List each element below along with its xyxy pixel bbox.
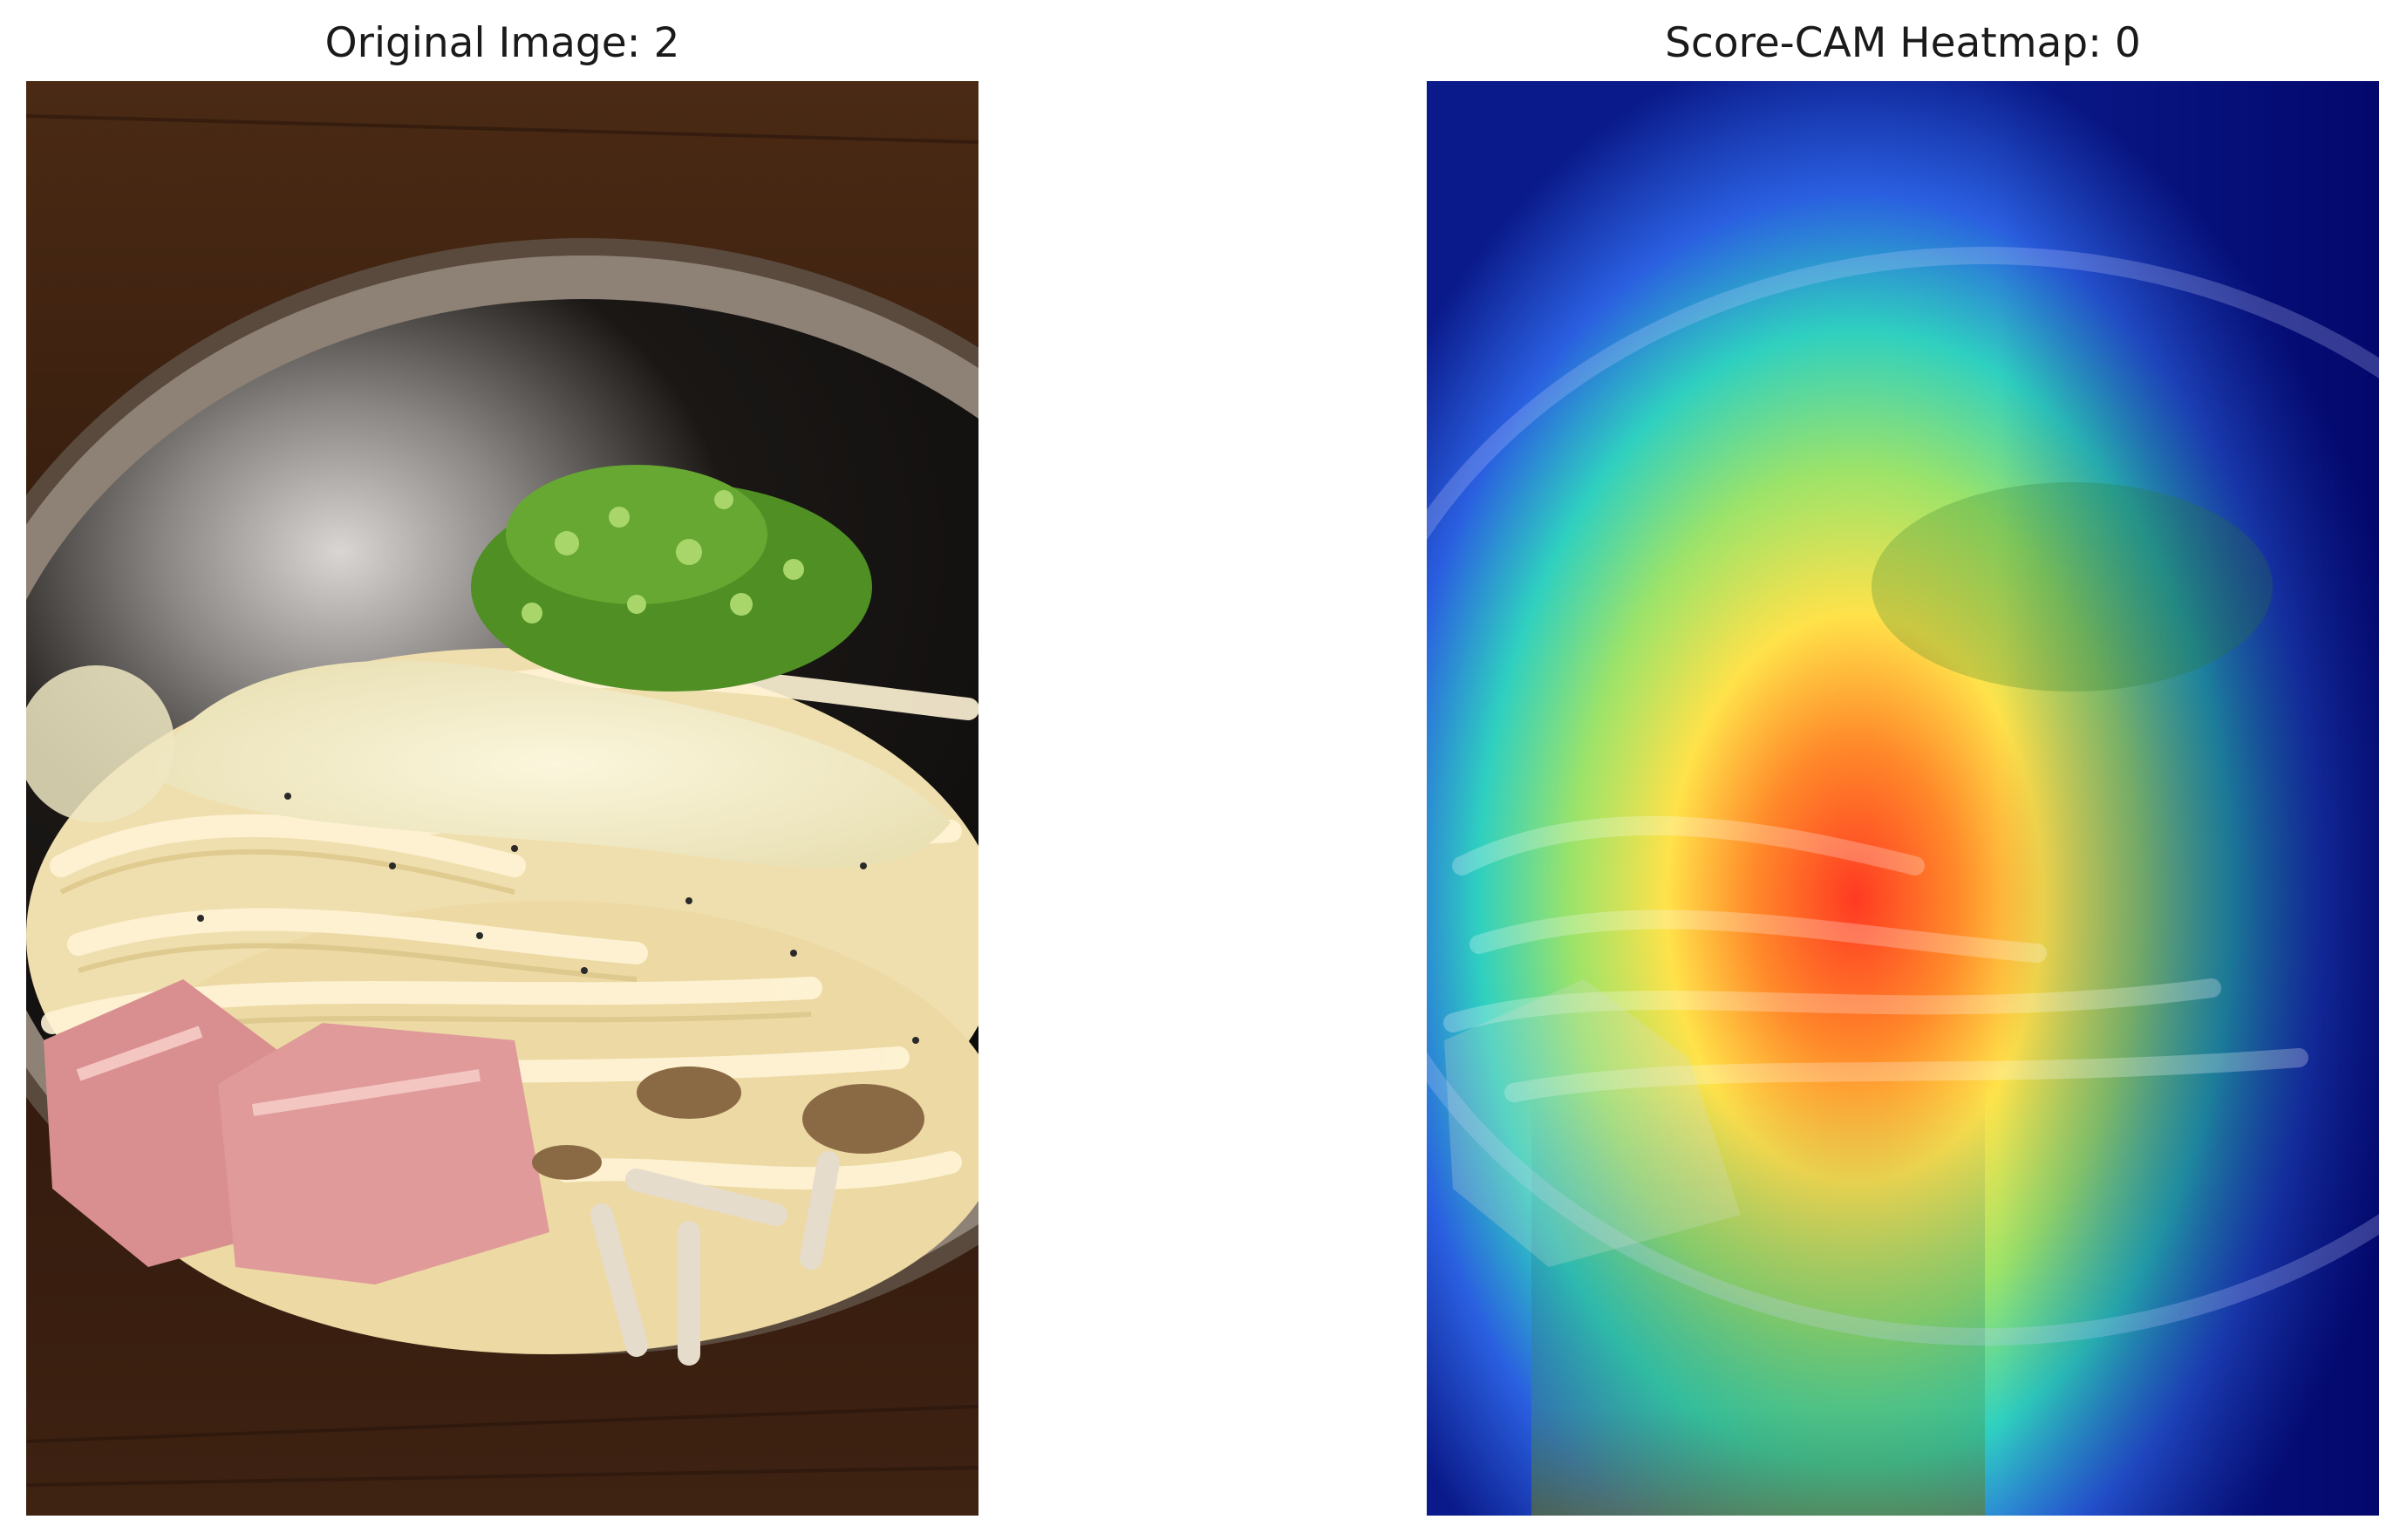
original-image [26,81,978,1516]
original-image-title: Original Image: 2 [324,19,680,67]
heatmap-image [1427,81,2379,1516]
heatmap-title: Score-CAM Heatmap: 0 [1665,19,2141,67]
